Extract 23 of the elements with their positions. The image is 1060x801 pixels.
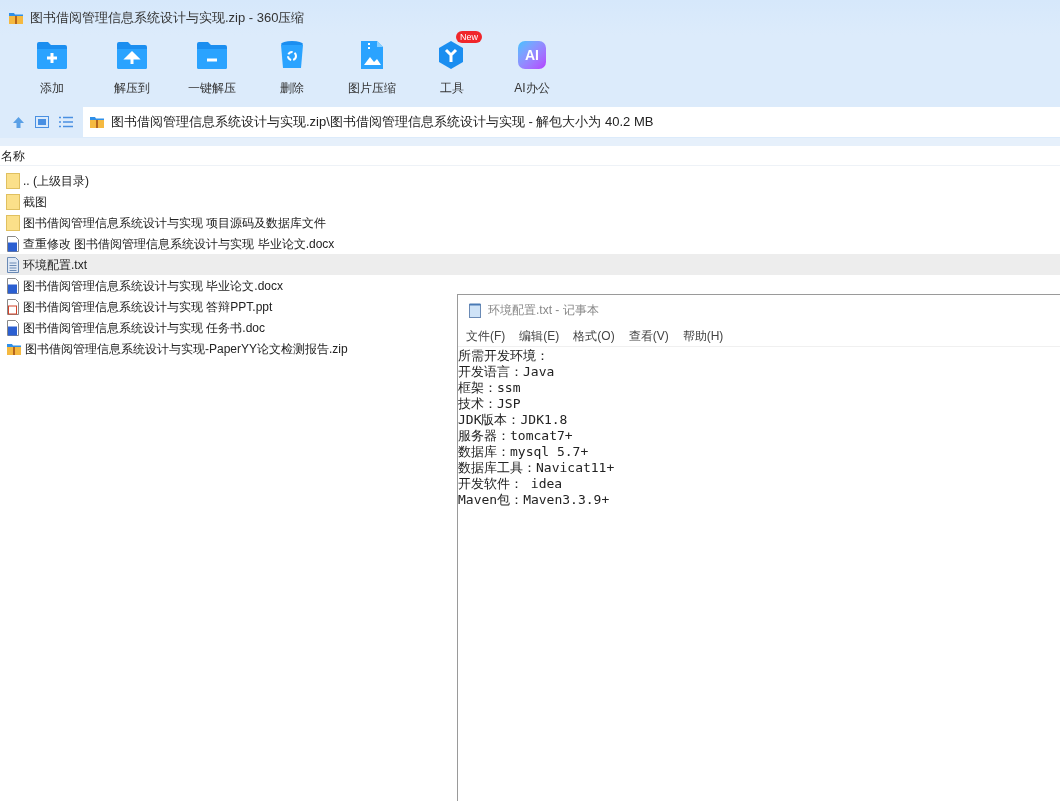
new-badge: New (456, 31, 482, 43)
text-line: 数据库工具：Navicat11+ (458, 460, 615, 476)
file-name: 环境配置.txt (23, 256, 87, 274)
window-title: 图书借阅管理信息系统设计与实现.zip - 360压缩 (30, 8, 305, 27)
text-line: 服务器：tomcat7+ (458, 428, 573, 444)
text-line: 框架：ssm (458, 380, 521, 396)
text-line: Maven包：Maven3.3.9+ (458, 492, 610, 508)
file-name: 图书借阅管理信息系统设计与实现 毕业论文.docx (23, 277, 283, 295)
notepad-title: 环境配置.txt - 记事本 (488, 302, 599, 319)
text-line: 所需开发环境： (458, 348, 549, 364)
text-line: 开发软件： idea (458, 476, 563, 492)
file-name: 图书借阅管理信息系统设计与实现 项目源码及数据库文件 (23, 214, 327, 232)
text-line: 数据库：mysql 5.7+ (458, 444, 589, 460)
text-line: JDK版本：JDK1.8 (458, 412, 568, 428)
file-name: 图书借阅管理信息系统设计与实现 任务书.doc (23, 319, 265, 337)
text-line: 开发语言：Java (458, 364, 555, 380)
file-name: 图书借阅管理信息系统设计与实现-PaperYY论文检测报告.zip (25, 340, 348, 358)
file-name: .. (上级目录) (23, 172, 89, 190)
file-name: 查重修改 图书借阅管理信息系统设计与实现 毕业论文.docx (23, 235, 335, 253)
file-name: 截图 (23, 193, 47, 211)
ai-icon: AI (518, 41, 546, 69)
text-line: 技术：JSP (458, 396, 521, 412)
file-name: 图书借阅管理信息系统设计与实现 答辩PPT.ppt (23, 298, 273, 316)
